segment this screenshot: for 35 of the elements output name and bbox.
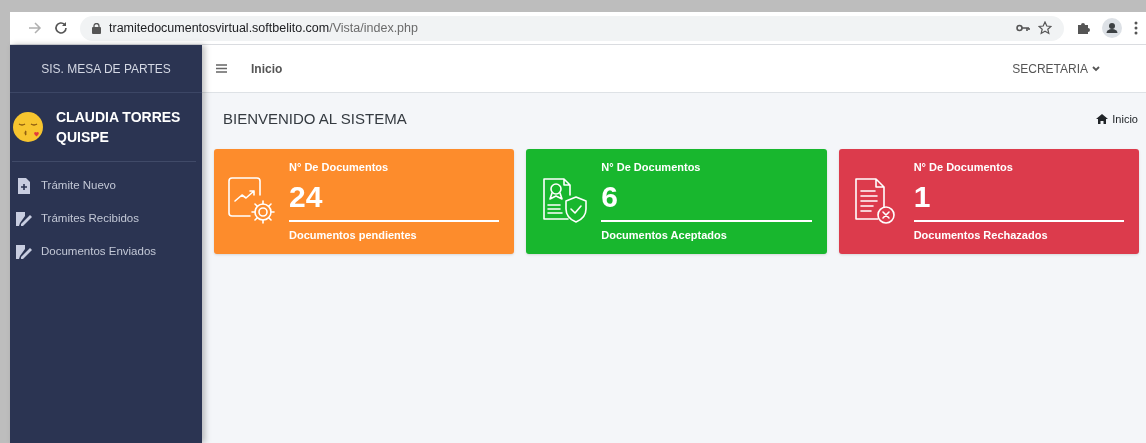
more-icon[interactable]	[1134, 21, 1138, 35]
card-heading: N° De Documentos	[289, 160, 390, 175]
lock-icon	[92, 22, 101, 34]
breadcrumb-link[interactable]: Inicio	[1096, 111, 1138, 128]
card-count: 1	[913, 177, 1124, 222]
address-bar[interactable]: tramitedocumentosvirtual.softbelito.com/Vista/index.php	[80, 15, 1064, 41]
home-icon	[1096, 114, 1109, 125]
card-heading: N° De Documentos	[913, 160, 1014, 175]
star-icon[interactable]	[1038, 21, 1052, 35]
url-text: tramitedocumentosvirtual.softbelito.com/Vista/index.php	[109, 19, 418, 37]
card-heading: N° De Documentos	[601, 160, 702, 175]
key-icon[interactable]	[1016, 24, 1030, 32]
brand-text[interactable]: SIS. MESA DE PARTES	[41, 59, 171, 78]
file-plus-icon	[17, 177, 31, 194]
home-link[interactable]: Inicio	[251, 59, 283, 78]
document-pencil-icon	[15, 243, 33, 260]
caret-icon	[1092, 65, 1100, 72]
menu-icon[interactable]	[216, 64, 227, 73]
document-pencil-icon	[15, 210, 33, 227]
sidebar-item[interactable]: Trámites Recibidos	[15, 209, 202, 228]
page-title: BIENVENIDO AL SISTEMA	[223, 109, 407, 129]
user-name: CLAUDIA TORRES QUISPE	[56, 108, 182, 147]
avatar-emoji-icon	[12, 111, 44, 143]
role-dropdown[interactable]: SECRETARIA	[1012, 59, 1100, 78]
profile-icon[interactable]	[1102, 18, 1122, 38]
card-caption: Documentos Aceptados	[601, 227, 728, 243]
card-caption: Documentos pendientes	[289, 227, 418, 243]
sidebar-item[interactable]: Trámite Nuevo	[15, 176, 202, 195]
card-count: 6	[601, 177, 812, 222]
card-count: 24	[289, 177, 500, 222]
puzzle-icon[interactable]	[1076, 21, 1090, 35]
reload-icon[interactable]	[54, 21, 68, 35]
card-caption: Documentos Rechazados	[913, 227, 1049, 243]
chart-gear-icon	[225, 175, 278, 227]
sidebar-item[interactable]: Documentos Enviados	[15, 242, 202, 261]
